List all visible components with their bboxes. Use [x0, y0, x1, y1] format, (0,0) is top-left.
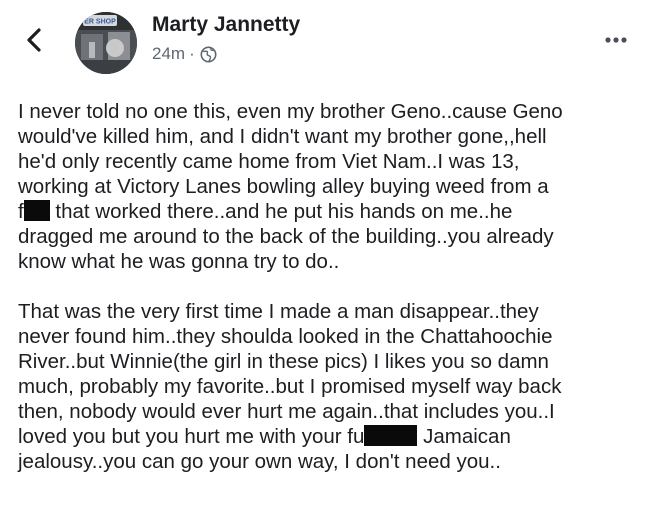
avatar-photo: ER SHOP [75, 12, 137, 74]
post-text-fragment: that worked there..and he put his hands … [49, 200, 513, 223]
post-meta: 24m · [152, 44, 217, 64]
redaction-bar [23, 200, 50, 221]
post-line: I never told no one this, even my brothe… [18, 100, 563, 123]
post-line: loved you but you hurt me with your fu J… [18, 424, 642, 449]
avatar-sign-text: ER SHOP [84, 19, 116, 26]
post-text-fragment: loved you but you hurt me with your fu [18, 425, 365, 448]
post-timestamp[interactable]: 24m [152, 44, 185, 64]
post-text: I never told no one this, even my brothe… [18, 99, 642, 474]
author-name[interactable]: Marty Jannetty [152, 13, 300, 37]
post-line: would've killed him, and I didn't want m… [18, 125, 547, 148]
globe-icon [200, 46, 217, 63]
chevron-left-icon [27, 28, 41, 52]
post-line: working at Victory Lanes bowling alley b… [18, 175, 549, 198]
post-line: much, probably my favorite..but I promis… [18, 375, 562, 398]
redaction-bar [364, 425, 418, 446]
post-line: f that worked there..and he put his hand… [18, 199, 642, 224]
back-button[interactable] [22, 24, 46, 56]
meta-separator: · [189, 44, 195, 63]
post-line: then, nobody would ever hurt me again..t… [18, 400, 555, 423]
author-avatar[interactable]: ER SHOP [75, 12, 137, 74]
post-header: ER SHOP Marty Jannetty 24m · [0, 0, 646, 90]
post-line: dragged me around to the back of the bui… [18, 225, 554, 248]
post-line: never found him..they shoulda looked in … [18, 325, 553, 348]
post-line: know what he was gonna try to do.. [18, 250, 340, 273]
more-horizontal-icon [605, 37, 627, 43]
post-line: That was the very first time I made a ma… [18, 300, 539, 323]
more-options-button[interactable] [596, 30, 636, 50]
post-text-fragment: Jamaican [417, 425, 511, 448]
post-line: he'd only recently came home from Viet N… [18, 150, 520, 173]
post-line: River..but Winnie(the girl in these pics… [18, 350, 549, 373]
post-line: jealousy..you can go your own way, I don… [18, 450, 501, 473]
